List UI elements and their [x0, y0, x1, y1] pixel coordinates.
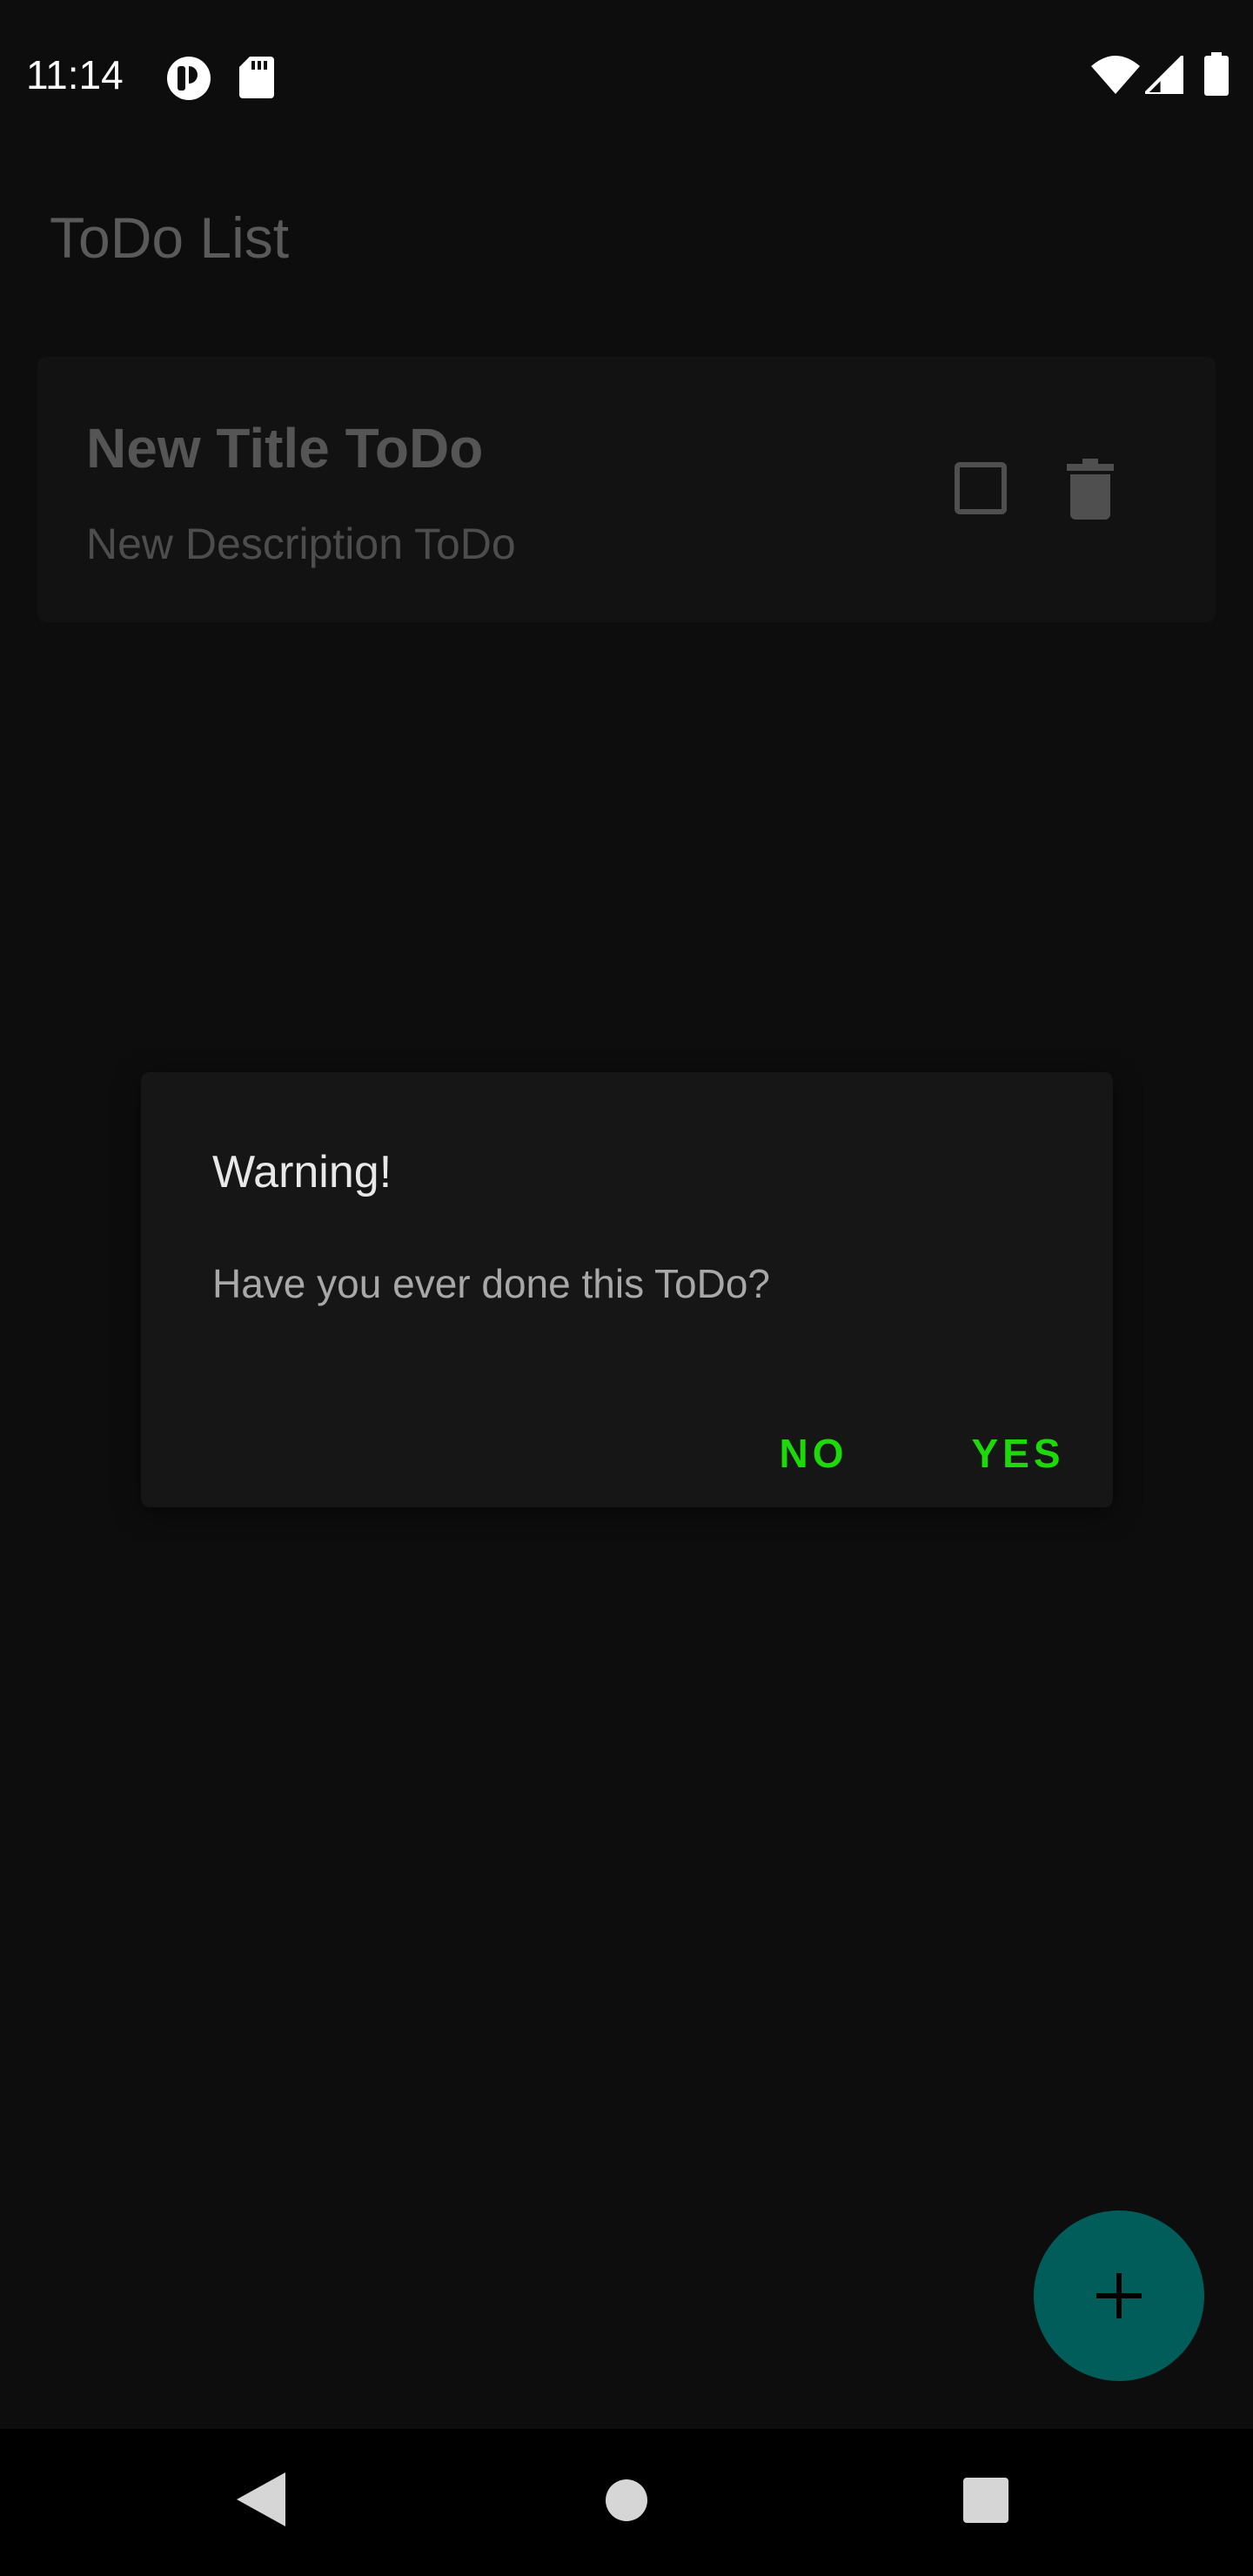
todo-done-checkbox[interactable]: [955, 462, 1007, 514]
status-time: 11:14: [26, 52, 124, 97]
cell-signal-icon: [1141, 51, 1185, 96]
todo-title: New Title ToDo: [86, 417, 484, 480]
no-button[interactable]: NO: [757, 1414, 870, 1493]
add-todo-button[interactable]: [1034, 2210, 1204, 2381]
battery-icon: [1204, 52, 1229, 96]
wifi-icon: [1091, 56, 1140, 94]
recents-icon[interactable]: [963, 2478, 1008, 2523]
plus-icon: [1096, 2273, 1142, 2318]
navigation-bar: [0, 2429, 1253, 2576]
dialog-message: Have you ever done this ToDo?: [212, 1261, 770, 1306]
yes-button[interactable]: YES: [957, 1414, 1079, 1493]
todo-card[interactable]: New Title ToDo New Description ToDo: [37, 357, 1216, 622]
delete-icon[interactable]: [1067, 459, 1114, 520]
page-title: ToDo List: [50, 205, 290, 270]
screen: 11:14 ToDo List New Title ToDo New Descr…: [0, 0, 1253, 2576]
sd-card-icon: [239, 57, 274, 98]
status-bar: 11:14: [0, 0, 1253, 148]
home-icon[interactable]: [605, 2479, 648, 2522]
todo-description: New Description ToDo: [86, 520, 516, 568]
dialog-title: Warning!: [212, 1147, 392, 1197]
sync-icon: [165, 55, 212, 102]
back-icon[interactable]: [237, 2472, 285, 2526]
